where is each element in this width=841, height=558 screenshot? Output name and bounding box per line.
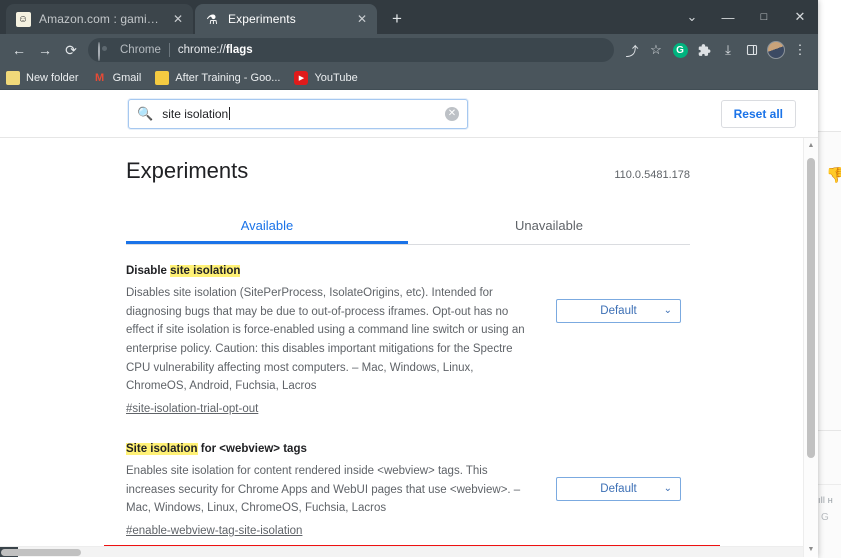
folder-icon [6,71,20,85]
experiment-tabs: Available Unavailable [126,208,690,245]
menu-icon[interactable]: ⋮ [788,38,812,62]
tab-search-icon[interactable]: ⌄ [674,0,710,34]
flask-icon: ⚗ [204,11,220,27]
background-faint-text: ıll ʜ [818,495,841,505]
experiment-select[interactable]: Default ⌄ [556,299,681,323]
gmail-icon: M [93,71,107,85]
select-value: Default [600,483,636,495]
flags-content: Experiments 110.0.5481.178 Available Una… [0,138,818,557]
omnibox-divider [169,43,170,57]
bookmark-label: New folder [26,72,79,84]
bookmark-gmail[interactable]: M Gmail [93,71,142,85]
address-bar[interactable]: Chrome chrome://flags [88,38,614,62]
bookmarks-bar: New folder M Gmail After Training - Goo.… [0,66,818,90]
select-value: Default [600,305,636,317]
window-controls: ⌄ — □ ✕ [674,0,818,34]
extension-grammarly-icon[interactable]: G [668,38,692,62]
avatar[interactable] [764,38,788,62]
chrome-logo-icon [98,43,113,58]
search-input[interactable]: 🔍 site isolation ✕ [128,99,468,129]
experiment-name: Site isolation for <webview> tags [126,441,532,457]
background-faint-text-2: G [821,512,841,523]
close-window-button[interactable]: ✕ [782,0,818,34]
experiment-text: Site isolation for <webview> tags Enable… [126,441,556,537]
horizontal-scrollbar[interactable] [0,546,803,557]
browser-toolbar: ← → ⟳ Chrome chrome://flags ⤴ ☆ G ⤓ [0,34,818,66]
experiment-description: Disables site isolation (SitePerProcess,… [126,284,532,396]
maximize-button[interactable]: □ [746,0,782,34]
scrollbar-thumb-horizontal[interactable] [1,549,81,556]
page-content: 🔍 site isolation ✕ Reset all Experiments… [0,90,818,557]
minimize-button[interactable]: — [710,0,746,34]
bookmark-after-training[interactable]: After Training - Goo... [155,71,280,85]
experiment-select[interactable]: Default ⌄ [556,477,681,501]
experiment-id-link[interactable]: #enable-webview-tag-site-isolation [126,525,532,537]
tab-unavailable[interactable]: Unavailable [408,208,690,244]
experiment-description: Enables site isolation for content rende… [126,462,532,518]
bookmark-label: Gmail [113,72,142,84]
forward-icon[interactable]: → [32,37,58,63]
close-icon[interactable]: ✕ [170,11,186,27]
flags-search-row: 🔍 site isolation ✕ Reset all [0,90,818,138]
bookmark-star-icon[interactable]: ☆ [644,38,668,62]
scroll-down-icon[interactable]: ▼ [804,542,818,557]
experiment-control: Default ⌄ [556,299,681,323]
screen: 👎 ıll ʜ G ☺ Amazon.com : gaming keyboard… [0,0,841,558]
experiment-control: Default ⌄ [556,477,681,501]
thumbs-down-icon: 👎 [826,168,840,184]
extensions-puzzle-icon[interactable] [692,38,716,62]
scrollbar-thumb[interactable] [807,158,815,458]
omnibox-chrome-label: Chrome [120,44,161,56]
browser-tab-experiments[interactable]: ⚗ Experiments ✕ [195,4,377,34]
downloads-icon[interactable]: ⤓ [716,38,740,62]
youtube-icon: ▶ [294,71,308,85]
browser-tab-amazon[interactable]: ☺ Amazon.com : gaming keyboard ✕ [6,4,193,34]
new-tab-button[interactable]: + [384,6,410,32]
chevron-down-icon: ⌄ [664,483,672,494]
vertical-scrollbar[interactable]: ▲ ▼ [803,138,818,557]
tab-title: Amazon.com : gaming keyboard [39,12,164,26]
omnibox-url: chrome://flags [178,44,253,56]
tab-available[interactable]: Available [126,208,408,244]
bookmark-label: After Training - Goo... [175,72,280,84]
docs-icon [155,71,169,85]
search-icon: 🔍 [137,106,153,122]
experiment-name: Disable site isolation [126,263,532,279]
scroll-up-icon[interactable]: ▲ [804,138,818,153]
back-icon[interactable]: ← [6,37,32,63]
tab-strip: ☺ Amazon.com : gaming keyboard ✕ ⚗ Exper… [0,0,818,34]
reset-all-button[interactable]: Reset all [721,100,796,128]
close-icon[interactable]: ✕ [354,11,370,27]
bookmark-new-folder[interactable]: New folder [6,71,79,85]
title-row: Experiments 110.0.5481.178 [126,158,690,184]
experiment-row: Disable site isolation Disables site iso… [126,245,690,423]
share-icon[interactable]: ⤴ [620,38,644,62]
amazon-favicon: ☺ [15,11,31,27]
experiment-row: Site isolation for <webview> tags Enable… [126,423,690,545]
chevron-down-icon: ⌄ [664,305,672,316]
search-value: site isolation [162,107,445,121]
experiment-id-link[interactable]: #site-isolation-trial-opt-out [126,403,532,415]
bookmark-youtube[interactable]: ▶ YouTube [294,71,357,85]
bookmark-label: YouTube [314,72,357,84]
version-label: 110.0.5481.178 [614,169,690,181]
clear-search-icon[interactable]: ✕ [445,107,459,121]
tab-title: Experiments [228,12,348,26]
experiment-text: Disable site isolation Disables site iso… [126,263,556,415]
page-title: Experiments [126,158,248,184]
side-panel-icon[interactable] [740,38,764,62]
browser-window: ☺ Amazon.com : gaming keyboard ✕ ⚗ Exper… [0,0,818,558]
reload-icon[interactable]: ⟳ [58,37,84,63]
